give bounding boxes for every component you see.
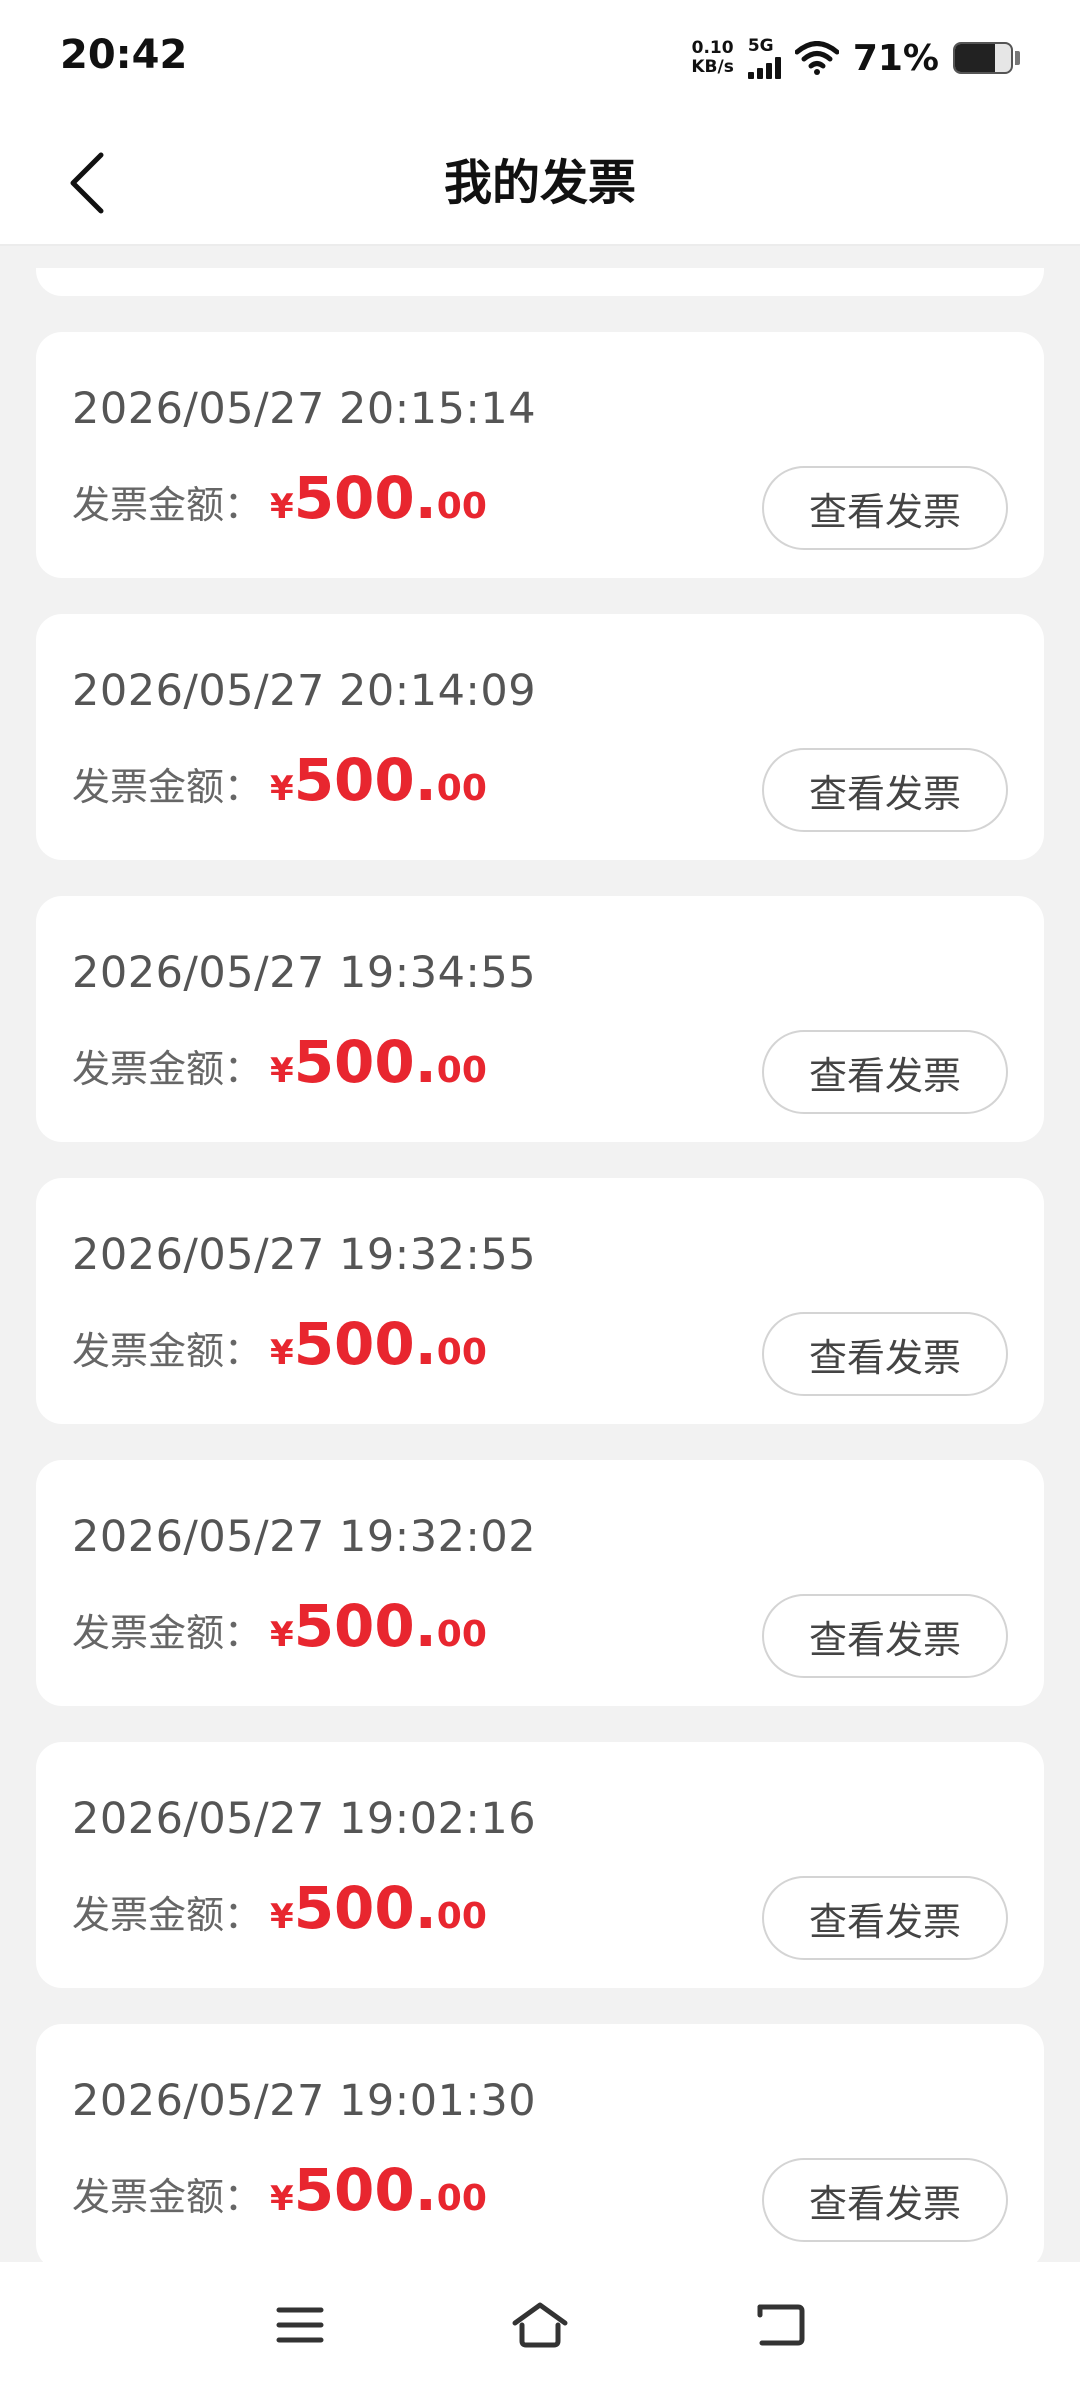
amount-currency: ¥ bbox=[270, 487, 294, 527]
invoice-card: 2026/05/27 19:32:55 发票金额： ¥ 500. 00 查看发票 bbox=[36, 1178, 1044, 1424]
battery-icon bbox=[953, 42, 1013, 74]
menu-button[interactable] bbox=[265, 2290, 335, 2360]
view-invoice-button[interactable]: 查看发票 bbox=[762, 2158, 1008, 2242]
page-title: 我的发票 bbox=[443, 155, 636, 211]
view-invoice-button[interactable]: 查看发票 bbox=[762, 1594, 1008, 1678]
network-speed-value: 0.10 bbox=[691, 38, 734, 58]
view-invoice-button[interactable]: 查看发票 bbox=[762, 748, 1008, 832]
invoice-time: 2026/05/27 19:34:55 bbox=[72, 948, 537, 998]
amount-currency: ¥ bbox=[270, 1615, 294, 1655]
amount-integer: 500. bbox=[293, 1028, 437, 1096]
view-invoice-button[interactable]: 查看发票 bbox=[762, 1312, 1008, 1396]
battery-cap bbox=[1015, 51, 1020, 65]
network-speed: 0.10 KB/s bbox=[691, 39, 733, 77]
invoice-amount: 发票金额： ¥ 500. 00 bbox=[72, 1028, 487, 1096]
invoice-amount: 发票金额： ¥ 500. 00 bbox=[72, 1592, 487, 1660]
invoice-time: 2026/05/27 20:15:14 bbox=[72, 384, 537, 434]
invoice-time: 2026/05/27 20:14:09 bbox=[72, 666, 537, 716]
amount-label: 发票金额： bbox=[72, 483, 263, 527]
amount-integer: 500. bbox=[293, 2156, 437, 2224]
amount-integer: 500. bbox=[293, 1310, 437, 1378]
view-invoice-button[interactable]: 查看发票 bbox=[762, 1030, 1008, 1114]
amount-integer: 500. bbox=[293, 464, 437, 532]
battery-fill bbox=[955, 44, 995, 72]
nav-bar: 我的发票 bbox=[0, 118, 1080, 246]
amount-currency: ¥ bbox=[270, 1051, 294, 1091]
invoice-amount: 发票金额： ¥ 500. 00 bbox=[72, 1310, 487, 1378]
amount-currency: ¥ bbox=[270, 2179, 294, 2219]
amount-integer: 500. bbox=[293, 746, 437, 814]
amount-decimal: 00 bbox=[436, 768, 487, 809]
amount-currency: ¥ bbox=[270, 769, 294, 809]
amount-decimal: 00 bbox=[436, 1050, 487, 1091]
status-indicators: 0.10 KB/s 5G 71% bbox=[691, 28, 1020, 88]
invoice-card: 2026/05/27 20:14:09 发票金额： ¥ 500. 00 查看发票 bbox=[36, 614, 1044, 860]
invoice-card: 2026/05/27 19:01:30 发票金额： ¥ 500. 00 查看发票 bbox=[36, 2024, 1044, 2262]
battery-percent: 71% bbox=[852, 37, 939, 79]
signal-bars bbox=[747, 56, 781, 79]
back-icon bbox=[757, 2304, 805, 2346]
amount-label: 发票金额： bbox=[72, 1893, 263, 1937]
invoice-amount: 发票金额： ¥ 500. 00 bbox=[72, 464, 487, 532]
invoice-amount: 发票金额： ¥ 500. 00 bbox=[72, 1874, 487, 1942]
invoice-card: 2026/05/27 20:17:31 发票金额： ¥ 500. 00 查看发票 bbox=[36, 268, 1044, 296]
invoice-card: 2026/05/27 19:32:02 发票金额： ¥ 500. 00 查看发票 bbox=[36, 1460, 1044, 1706]
amount-label: 发票金额： bbox=[72, 2175, 263, 2219]
system-back-button[interactable] bbox=[745, 2290, 815, 2360]
invoice-list: 2026/05/27 20:17:31 发票金额： ¥ 500. 00 查看发票… bbox=[36, 268, 1044, 2262]
amount-decimal: 00 bbox=[436, 1332, 487, 1373]
system-nav-bar bbox=[0, 2262, 1080, 2388]
invoice-time: 2026/05/27 19:32:02 bbox=[72, 1512, 537, 1562]
invoice-card: 2026/05/27 19:34:55 发票金额： ¥ 500. 00 查看发票 bbox=[36, 896, 1044, 1142]
home-button[interactable] bbox=[505, 2290, 575, 2360]
invoice-card: 2026/05/27 19:02:16 发票金额： ¥ 500. 00 查看发票 bbox=[36, 1742, 1044, 1988]
invoice-card: 2026/05/27 20:15:14 发票金额： ¥ 500. 00 查看发票 bbox=[36, 332, 1044, 578]
home-icon bbox=[512, 2302, 568, 2348]
view-invoice-button[interactable]: 查看发票 bbox=[762, 1876, 1008, 1960]
signal-icon: 5G bbox=[747, 35, 781, 79]
amount-currency: ¥ bbox=[270, 1333, 294, 1373]
invoice-amount: 发票金额： ¥ 500. 00 bbox=[72, 2156, 487, 2224]
view-invoice-button[interactable]: 查看发票 bbox=[762, 466, 1008, 550]
amount-decimal: 00 bbox=[436, 2178, 487, 2219]
amount-decimal: 00 bbox=[436, 1614, 487, 1655]
amount-label: 发票金额： bbox=[72, 1329, 263, 1373]
amount-integer: 500. bbox=[293, 1874, 437, 1942]
amount-integer: 500. bbox=[293, 1592, 437, 1660]
network-type: 5G bbox=[747, 35, 774, 56]
amount-decimal: 00 bbox=[436, 486, 487, 527]
network-speed-unit: KB/s bbox=[691, 57, 734, 77]
amount-label: 发票金额： bbox=[72, 1611, 263, 1655]
invoice-time: 2026/05/27 19:02:16 bbox=[72, 1794, 537, 1844]
invoice-time: 2026/05/27 19:32:55 bbox=[72, 1230, 537, 1280]
invoice-time: 2026/05/27 19:01:30 bbox=[72, 2076, 537, 2126]
invoice-list-viewport[interactable]: 2026/05/27 20:17:31 发票金额： ¥ 500. 00 查看发票… bbox=[0, 268, 1080, 2262]
menu-icon bbox=[276, 2307, 324, 2343]
amount-label: 发票金额： bbox=[72, 1047, 263, 1091]
wifi-icon bbox=[794, 41, 839, 75]
amount-label: 发票金额： bbox=[72, 765, 263, 809]
amount-currency: ¥ bbox=[270, 1897, 294, 1937]
status-bar: 20:42 0.10 KB/s 5G 71% bbox=[0, 0, 1080, 118]
status-time: 20:42 bbox=[60, 32, 188, 78]
amount-decimal: 00 bbox=[436, 1896, 487, 1937]
invoice-amount: 发票金额： ¥ 500. 00 bbox=[72, 746, 487, 814]
